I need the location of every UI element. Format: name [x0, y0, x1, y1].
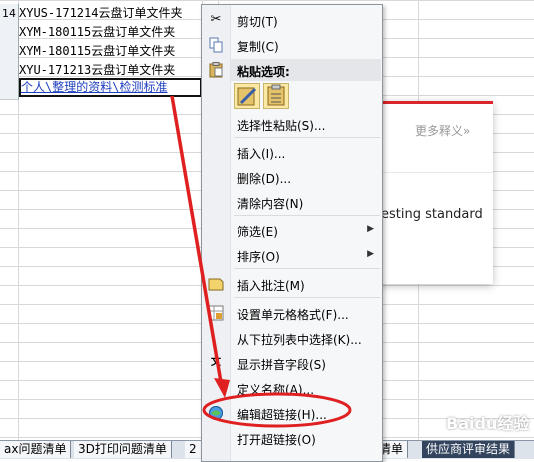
popup-divider	[381, 172, 493, 173]
submenu-arrow-icon: ▶	[367, 249, 374, 259]
table-cell[interactable]: XYM-180115云盘订单文件夹	[19, 42, 202, 61]
paste-formula-icon[interactable]	[234, 83, 260, 109]
row-number[interactable]	[0, 42, 19, 62]
copy-icon	[208, 37, 224, 53]
table-cell[interactable]: XYUS-171214云盘订单文件夹	[19, 4, 202, 23]
paste-values-icon[interactable]	[263, 83, 289, 109]
row-number[interactable]	[0, 80, 19, 100]
scissors-icon: ✂	[210, 12, 222, 27]
menu-item-clear-contents[interactable]: 清除内容(N)	[202, 191, 382, 213]
menu-item-show-phonetic[interactable]: 文 显示拼音字段(S)	[202, 352, 382, 374]
globe-link-icon	[208, 405, 224, 421]
menu-item-pick-from-list[interactable]: 从下拉列表中选择(K)...	[202, 327, 382, 349]
hyperlink-cell[interactable]: 个人\整理的资料\检测标准	[19, 78, 202, 97]
comment-icon	[208, 276, 224, 292]
row-number[interactable]	[0, 23, 19, 43]
sheet-tab[interactable]: ax问题清单	[0, 441, 72, 458]
menu-item-delete[interactable]: 删除(D)...	[202, 166, 382, 188]
menu-separator	[234, 297, 380, 298]
menu-separator	[234, 215, 380, 216]
menu-item-sort[interactable]: 排序(O) ▶	[202, 244, 382, 266]
menu-item-cut[interactable]: ✂ 剪切(T)	[202, 9, 382, 31]
sheet-tab[interactable]: 3D打印问题清单	[74, 441, 172, 458]
menu-item-filter[interactable]: 筛选(E) ▶	[202, 219, 382, 241]
context-menu: ✂ 剪切(T) 复制(C) 粘贴选项: 选择性粘贴(S)... 插入(I)...…	[201, 4, 383, 462]
watermark: Baidu经验	[446, 414, 530, 433]
phonetic-icon: 文	[211, 357, 221, 368]
submenu-arrow-icon: ▶	[367, 224, 374, 234]
menu-item-define-name[interactable]: 定义名称(A)...	[202, 377, 382, 399]
menu-item-open-hyperlink[interactable]: 打开超链接(O)	[202, 427, 382, 449]
menu-item-insert[interactable]: 插入(I)...	[202, 141, 382, 163]
menu-item-insert-comment[interactable]: 插入批注(M)	[202, 273, 382, 295]
more-meanings-link[interactable]: 更多释义»	[415, 122, 470, 139]
menu-separator	[234, 137, 380, 138]
clipboard-icon	[208, 62, 224, 78]
format-cells-icon	[208, 305, 224, 321]
translation-text: esting standard	[381, 207, 483, 222]
menu-item-copy[interactable]: 复制(C)	[202, 34, 382, 56]
paste-options-header: 粘贴选项:	[231, 59, 381, 81]
menu-item-format-cells[interactable]: 设置单元格格式(F)...	[202, 302, 382, 324]
sheet-tab-active[interactable]: 供应商评审结果	[422, 441, 516, 458]
table-cell[interactable]: XYM-180115云盘订单文件夹	[19, 23, 202, 42]
menu-separator	[234, 268, 380, 269]
sheet-tab[interactable]: 2	[185, 441, 202, 458]
menu-item-edit-hyperlink[interactable]: 编辑超链接(H)...	[202, 402, 382, 424]
row-number[interactable]	[0, 61, 19, 81]
row-number[interactable]: 14	[0, 4, 19, 24]
menu-item-paste-special[interactable]: 选择性粘贴(S)...	[202, 113, 382, 135]
